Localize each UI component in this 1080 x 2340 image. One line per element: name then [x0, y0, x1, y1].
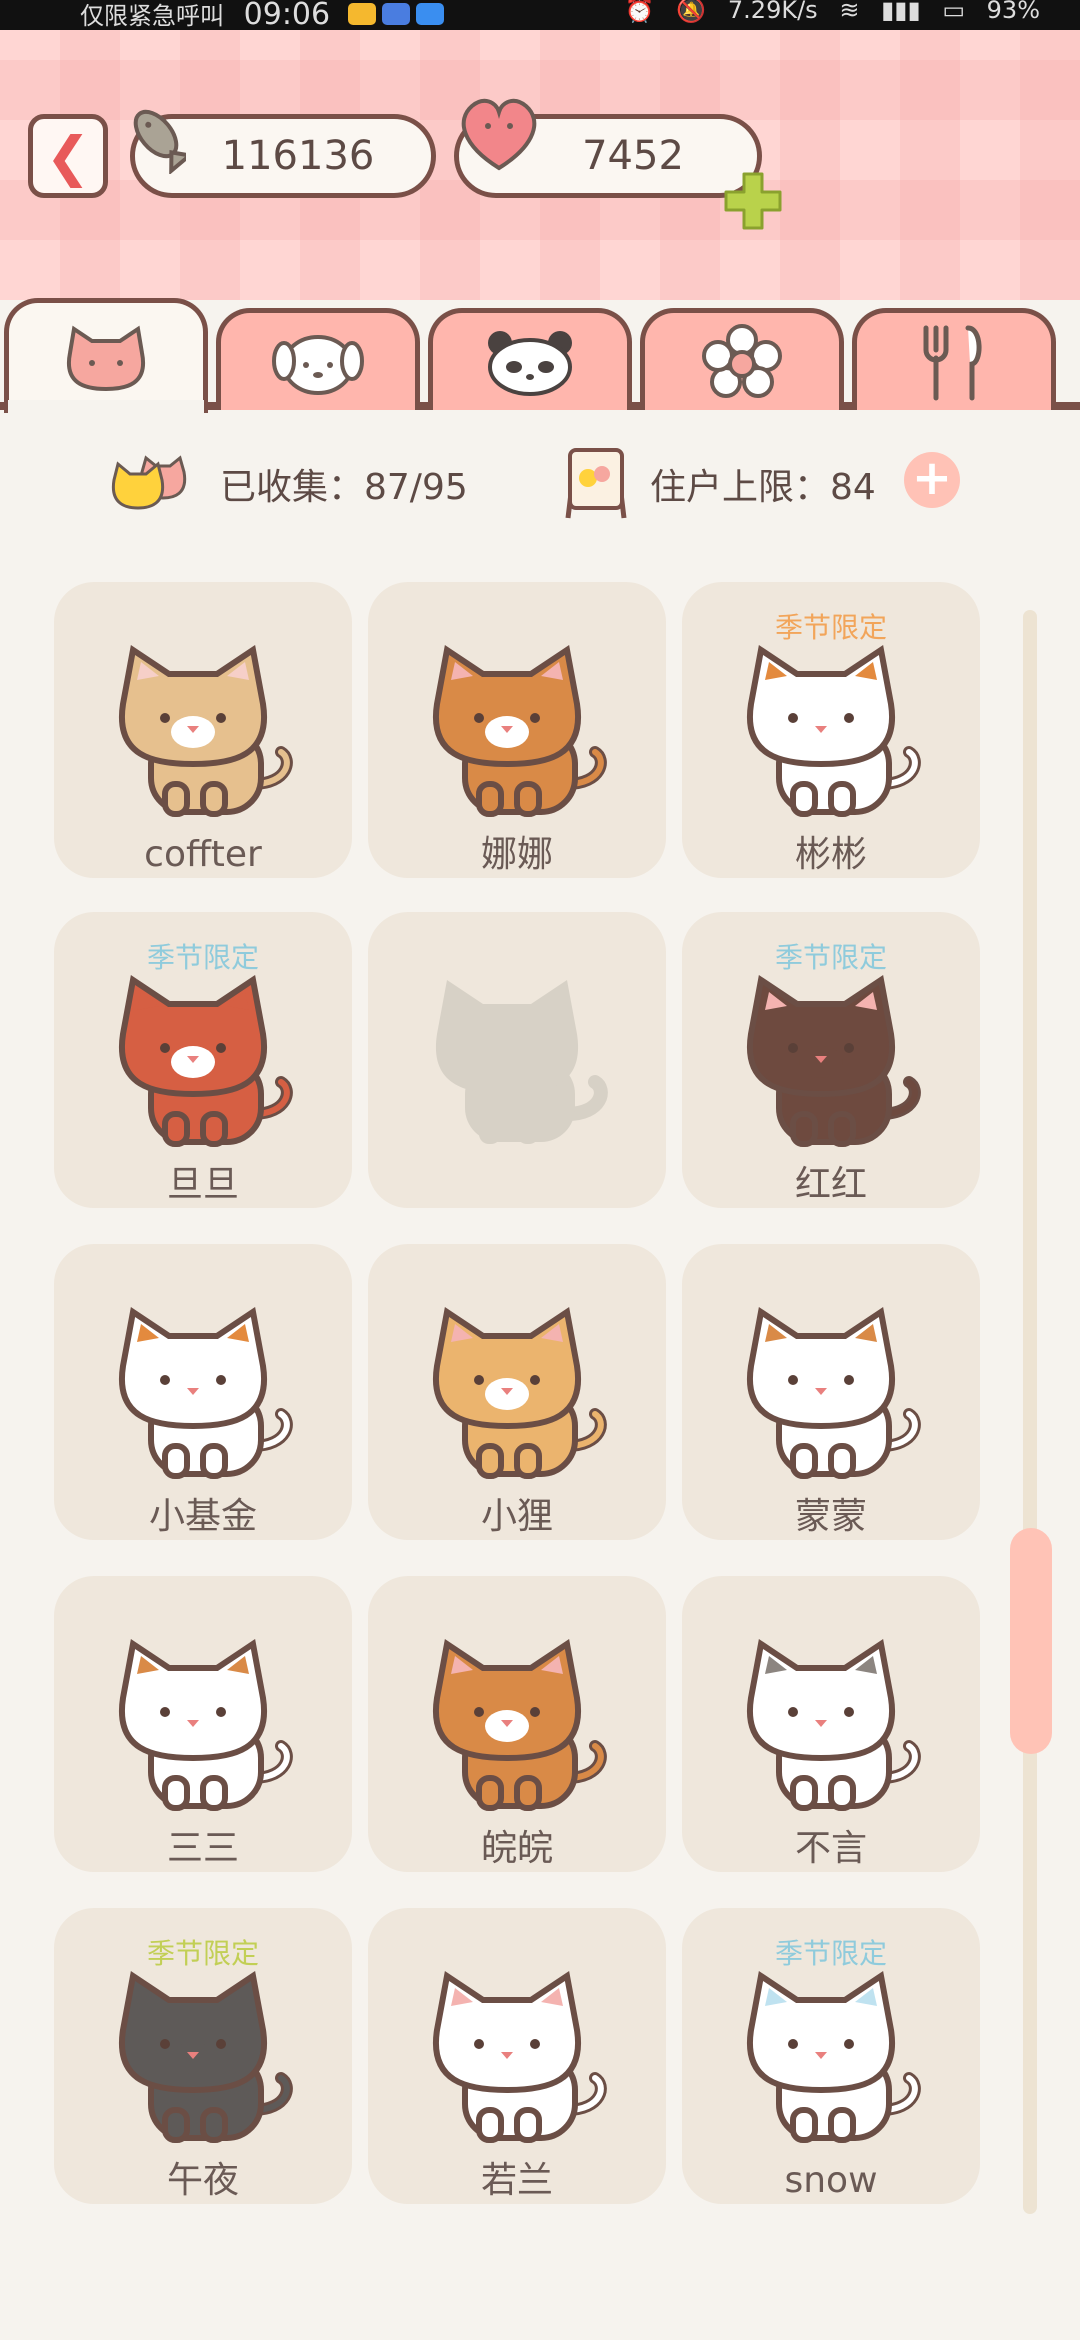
tab-food[interactable] [852, 308, 1056, 410]
emergency-only-text: 仅限紧急呼叫 [80, 2, 224, 30]
collected-count: 已收集：87/95 [220, 467, 468, 508]
tab-panda[interactable] [428, 308, 632, 410]
cat-card[interactable]: 季节限定 红红 [682, 912, 980, 1208]
cat-name: 皖皖 [480, 1828, 553, 1869]
signal-icon: ▮▮▮ [881, 0, 921, 24]
heart-count: 7452 [582, 133, 684, 179]
cat-name: 蒙蒙 [794, 1496, 867, 1537]
header: ❮ 116136 7452 [0, 30, 1080, 300]
cat-card[interactable]: coffter [54, 582, 352, 878]
locked-cat-silhouette [435, 980, 608, 1144]
collection-info: 已收集：87/95 住户上限：84 + [0, 420, 1080, 540]
cat-name: 红红 [794, 1164, 867, 1205]
cat-illustration [746, 974, 921, 1147]
scrollbar-thumb[interactable] [1010, 1528, 1052, 1754]
dog-face-icon [272, 334, 364, 395]
cat-illustration [118, 1638, 293, 1811]
cat-name: 彬彬 [794, 834, 867, 875]
app-icon [381, 3, 410, 25]
tab-dog[interactable] [216, 308, 420, 410]
cat-card[interactable]: 蒙蒙 [682, 1244, 980, 1540]
chevron-left-icon: ❮ [45, 124, 91, 188]
tab-cat[interactable] [4, 298, 208, 413]
mute-icon: 🔕 [676, 0, 707, 24]
cat-name: 午夜 [166, 2160, 239, 2201]
cat-illustration [118, 644, 293, 817]
back-button[interactable]: ❮ [28, 114, 108, 198]
cat-card[interactable]: 季节限定 彬彬 [682, 582, 980, 878]
cat-illustration [432, 1970, 607, 2143]
house-sign-icon [565, 448, 627, 519]
cat-illustration [118, 1306, 293, 1479]
cat-name: 不言 [794, 1828, 867, 1869]
plus-icon: + [911, 450, 953, 506]
cat-card[interactable]: 三三 [54, 1576, 352, 1872]
cat-name: 小基金 [148, 1496, 257, 1537]
cat-card[interactable]: 小基金 [54, 1244, 352, 1540]
cat-name: 小狸 [480, 1496, 553, 1537]
app-icon [415, 3, 444, 25]
tab-flower[interactable] [640, 308, 844, 410]
scrollbar-track[interactable] [1023, 610, 1037, 2214]
clock: 09:06 [243, 0, 331, 32]
cat-name: 旦旦 [166, 1164, 239, 1205]
cat-name: 若兰 [480, 2160, 553, 2201]
cat-illustration [746, 1638, 921, 1811]
cats-collected-icon [111, 455, 187, 510]
cat-name: 娜娜 [480, 834, 553, 875]
status-bar: 仅限紧急呼叫 09:06 ⏰ 🔕 7.29K/s ≋ ▮▮▮ ▭ 93% [0, 0, 1080, 32]
fish-count: 116136 [221, 133, 375, 179]
flower-icon [702, 323, 782, 398]
network-speed: 7.29K/s [727, 0, 818, 24]
cat-name [368, 1162, 666, 1208]
battery-icon: ▭ [942, 0, 966, 24]
cat-card[interactable] [368, 912, 666, 1208]
app-icon [347, 3, 376, 25]
resident-limit: 住户上限：84 [650, 467, 876, 508]
cat-face-icon [66, 325, 146, 392]
cat-name: snow [784, 2160, 878, 2201]
cat-illustration [746, 644, 921, 817]
cat-card[interactable]: 若兰 [368, 1908, 666, 2204]
cat-card[interactable]: 娜娜 [368, 582, 666, 878]
cat-illustration [432, 1306, 607, 1479]
cat-card[interactable]: 小狸 [368, 1244, 666, 1540]
cat-name: 三三 [166, 1828, 239, 1869]
cat-card[interactable]: 季节限定 snow [682, 1908, 980, 2204]
fork-spoon-icon [923, 325, 982, 400]
cat-illustration [118, 1970, 293, 2143]
battery-level: 93% [986, 0, 1040, 24]
panda-face-icon [488, 330, 572, 396]
wifi-icon: ≋ [839, 0, 860, 24]
cat-illustration [432, 644, 607, 817]
notification-icons [347, 3, 450, 31]
cat-illustration [746, 1970, 921, 2143]
add-hearts-button[interactable] [722, 170, 784, 232]
cat-card[interactable]: 季节限定 旦旦 [54, 912, 352, 1208]
cat-card[interactable]: 皖皖 [368, 1576, 666, 1872]
cat-name: coffter [144, 834, 262, 875]
cat-illustration [432, 1638, 607, 1811]
cat-card[interactable]: 不言 [682, 1576, 980, 1872]
cat-illustration [118, 974, 293, 1147]
cat-card[interactable]: 季节限定 午夜 [54, 1908, 352, 2204]
active-tab-gap [8, 400, 204, 414]
cat-illustration [746, 1306, 921, 1479]
category-tabs [0, 298, 1080, 413]
heart-icon [461, 98, 537, 171]
add-limit-button[interactable]: + [904, 452, 960, 508]
fish-icon [133, 109, 186, 174]
alarm-icon: ⏰ [624, 0, 655, 24]
